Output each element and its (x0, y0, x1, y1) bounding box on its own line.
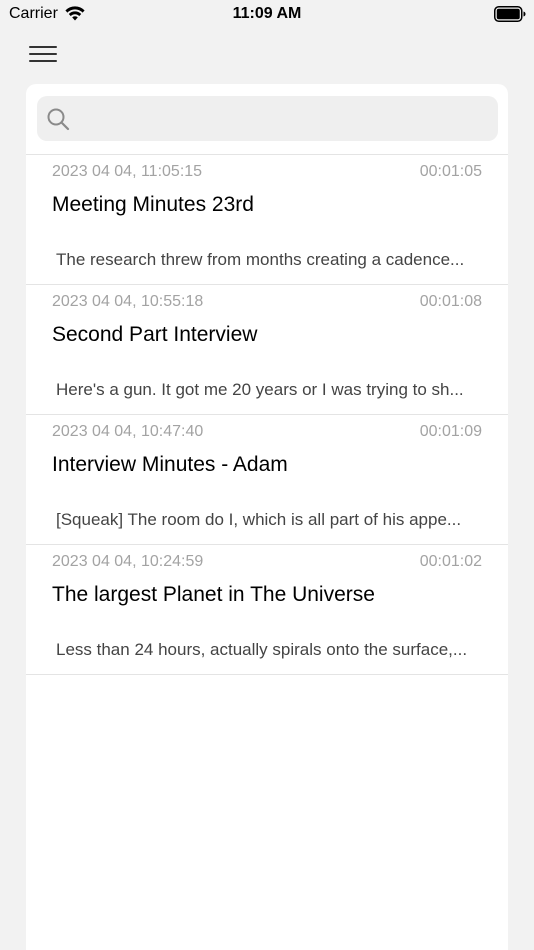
status-time: 11:09 AM (232, 5, 302, 22)
recording-duration: 00:01:09 (419, 423, 482, 440)
recording-title: Meeting Minutes 23rd (52, 193, 254, 216)
hamburger-menu-icon-line (29, 53, 57, 55)
recording-title: Second Part Interview (52, 323, 258, 346)
recording-list-item[interactable]: 2023 04 04, 10:47:40 00:01:09 Interview … (26, 414, 508, 544)
recording-date: 2023 04 04, 11:05:15 (52, 163, 203, 180)
recordings-list: 2023 04 04, 11:05:15 00:01:05 Meeting Mi… (26, 154, 508, 675)
recording-excerpt: Less than 24 hours, actually spirals ont… (56, 640, 468, 659)
recording-date: 2023 04 04, 10:47:40 (52, 423, 204, 440)
recording-list-item[interactable]: 2023 04 04, 10:24:59 00:01:02 The larges… (26, 544, 508, 675)
recording-date: 2023 04 04, 10:55:18 (52, 293, 204, 310)
recording-excerpt: Here's a gun. It got me 20 years or I wa… (56, 380, 464, 399)
hamburger-menu-button[interactable] (27, 42, 61, 68)
recording-duration: 00:01:02 (419, 553, 482, 570)
recording-date: 2023 04 04, 10:24:59 (52, 553, 204, 570)
recordings-panel: 2023 04 04, 11:05:15 00:01:05 Meeting Mi… (26, 84, 508, 950)
search-icon (47, 108, 70, 131)
recording-duration: 00:01:08 (419, 293, 482, 310)
search-bar[interactable] (37, 96, 498, 141)
hamburger-menu-icon (29, 46, 57, 48)
recording-excerpt: The research threw from months creating … (56, 250, 465, 269)
status-bar: Carrier 11:09 AM (0, 0, 534, 28)
recording-excerpt: [Squeak] The room do I, which is all par… (56, 510, 462, 529)
recording-title: Interview Minutes - Adam (52, 453, 288, 476)
hamburger-menu-icon-line (29, 60, 57, 62)
recording-duration: 00:01:05 (419, 163, 482, 180)
recording-list-item[interactable]: 2023 04 04, 10:55:18 00:01:08 Second Par… (26, 284, 508, 414)
recording-title: The largest Planet in The Universe (52, 583, 375, 606)
search-input[interactable] (77, 96, 487, 141)
recording-list-item[interactable]: 2023 04 04, 11:05:15 00:01:05 Meeting Mi… (26, 154, 508, 284)
battery-icon (494, 6, 526, 22)
